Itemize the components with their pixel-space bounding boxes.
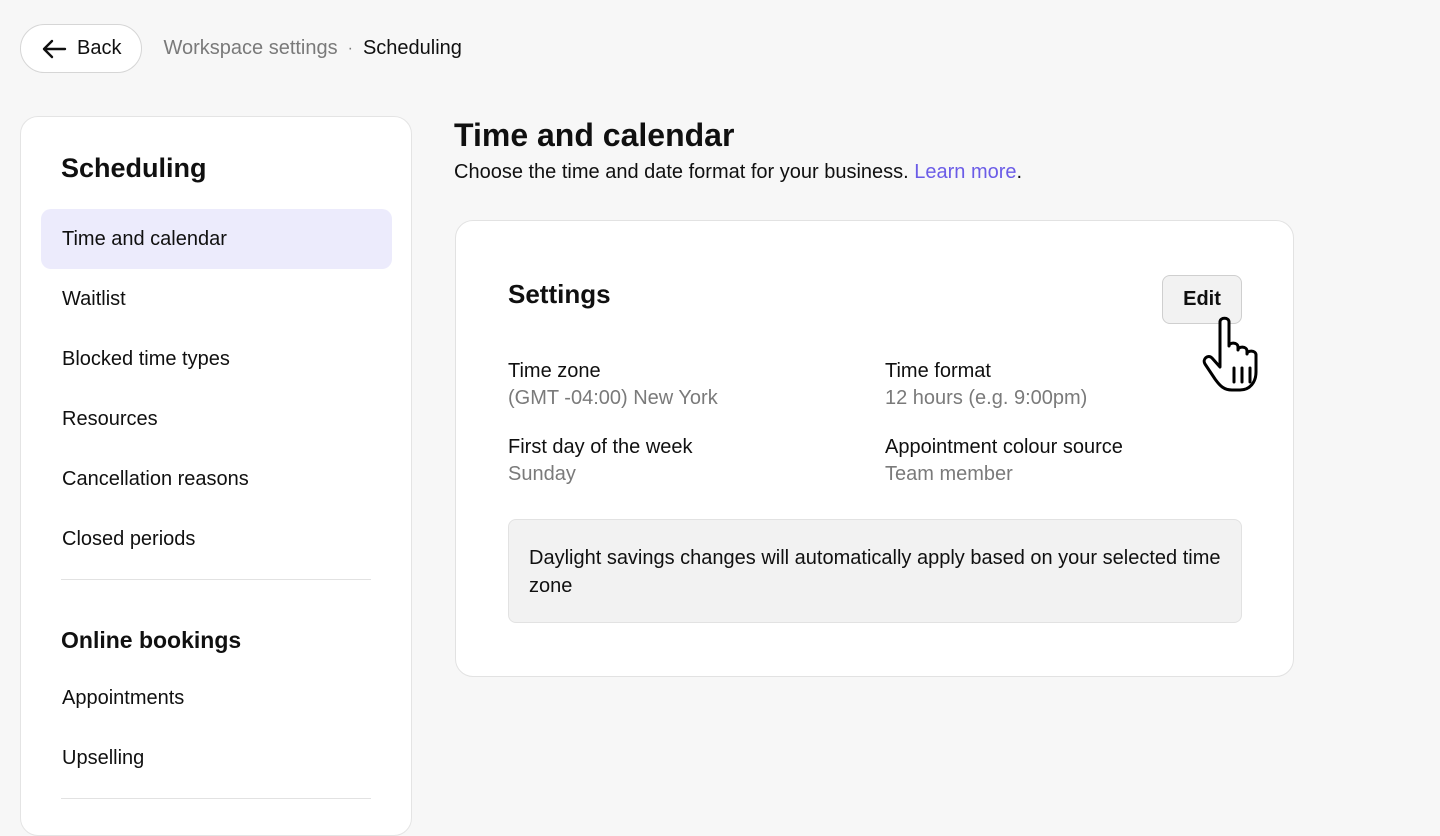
- breadcrumb-separator: ·: [347, 39, 353, 57]
- sidebar-item-cancellation-reasons[interactable]: Cancellation reasons: [41, 449, 392, 509]
- sidebar-divider: [61, 579, 371, 580]
- hand-pointer-icon: [1202, 316, 1258, 392]
- breadcrumb-current: Scheduling: [362, 37, 462, 59]
- field-label: First day of the week: [508, 436, 693, 458]
- back-button[interactable]: Back: [20, 24, 143, 73]
- breadcrumb: Workspace settings · Scheduling: [163, 37, 461, 60]
- sidebar-divider: [61, 798, 371, 799]
- field-appointment-colour-source: Appointment colour source Team member: [885, 433, 1123, 487]
- breadcrumb-parent[interactable]: Workspace settings: [163, 37, 337, 60]
- learn-more-link[interactable]: Learn more: [914, 161, 1016, 183]
- sidebar-item-label: Appointments: [62, 686, 185, 709]
- field-label: Appointment colour source: [885, 436, 1123, 458]
- sidebar-item-waitlist[interactable]: Waitlist: [41, 269, 392, 329]
- sidebar-item-label: Cancellation reasons: [62, 467, 249, 490]
- sidebar-item-resources[interactable]: Resources: [41, 389, 392, 449]
- field-value: 12 hours (e.g. 9:00pm): [885, 387, 1088, 409]
- subtitle-period: .: [1016, 161, 1023, 183]
- sidebar-item-upselling[interactable]: Upselling: [41, 728, 392, 788]
- back-label: Back: [77, 37, 122, 59]
- top-bar: Back Workspace settings · Scheduling: [20, 24, 462, 73]
- settings-card: Settings Edit Time zone (GMT -04:00) New…: [455, 220, 1294, 677]
- page-title: Time and calendar: [454, 117, 735, 153]
- sidebar-section-title-online-bookings: Online bookings: [61, 627, 242, 653]
- sidebar-item-blocked-time-types[interactable]: Blocked time types: [41, 329, 392, 389]
- sidebar-item-label: Closed periods: [62, 527, 196, 550]
- field-value: (GMT -04:00) New York: [508, 387, 718, 409]
- sidebar-item-label: Waitlist: [62, 287, 126, 310]
- field-label: Time zone: [508, 360, 601, 382]
- sidebar-section-title-scheduling: Scheduling: [61, 153, 207, 183]
- page-subtitle: Choose the time and date format for your…: [454, 161, 1022, 184]
- field-time-zone: Time zone (GMT -04:00) New York: [508, 357, 718, 411]
- sidebar: Scheduling Time and calendar Waitlist Bl…: [20, 116, 412, 836]
- sidebar-item-label: Blocked time types: [62, 347, 230, 370]
- arrow-left-icon: [42, 39, 67, 58]
- page-subtitle-text: Choose the time and date format for your…: [454, 161, 909, 183]
- sidebar-item-label: Upselling: [62, 746, 145, 769]
- field-label: Time format: [885, 360, 991, 382]
- sidebar-item-closed-periods[interactable]: Closed periods: [41, 509, 392, 569]
- sidebar-item-label: Resources: [62, 407, 158, 430]
- field-value: Team member: [885, 463, 1013, 485]
- sidebar-item-appointments[interactable]: Appointments: [41, 668, 392, 728]
- settings-card-title: Settings: [508, 279, 611, 309]
- field-time-format: Time format 12 hours (e.g. 9:00pm): [885, 357, 1087, 411]
- field-first-day-of-week: First day of the week Sunday: [508, 433, 693, 487]
- sidebar-item-label: Time and calendar: [62, 227, 227, 250]
- sidebar-item-time-and-calendar[interactable]: Time and calendar: [41, 209, 392, 269]
- daylight-savings-notice: Daylight savings changes will automatica…: [508, 519, 1242, 623]
- field-value: Sunday: [508, 463, 576, 485]
